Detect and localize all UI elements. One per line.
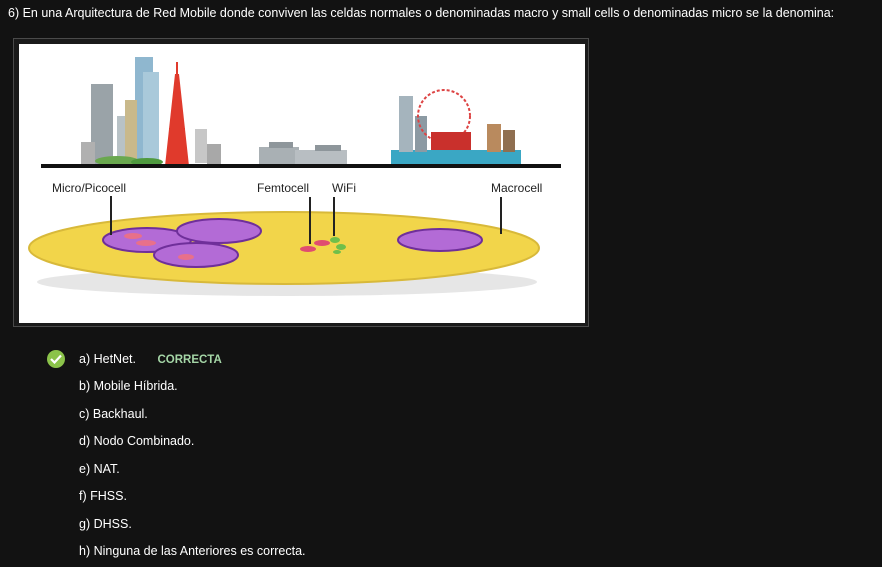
femto-cell-1 <box>300 246 316 252</box>
wifi-cell-3 <box>333 250 341 254</box>
option-c[interactable]: c) Backhaul. <box>79 407 148 421</box>
city-buildings-middle <box>259 142 347 165</box>
label-femto: Femtocell <box>257 181 309 195</box>
label-micro: Micro/Picocell <box>52 181 126 195</box>
option-f[interactable]: f) FHSS. <box>79 489 127 503</box>
macro-cell <box>397 228 483 252</box>
question-text: 6) En una Arquitectura de Red Mobile don… <box>8 6 835 20</box>
hetnet-diagram: Micro/Picocell Femtocell WiFi Macrocell <box>19 44 585 323</box>
option-d[interactable]: d) Nodo Combinado. <box>79 434 194 448</box>
option-h[interactable]: h) Ninguna de las Anteriores es correcta… <box>79 544 306 558</box>
femto-cell-2 <box>314 240 330 246</box>
option-b[interactable]: b) Mobile Híbrida. <box>79 379 178 393</box>
micro-cell-2 <box>176 218 262 244</box>
correct-status-label: CORRECTA <box>157 354 222 366</box>
label-macro: Macrocell <box>491 181 542 195</box>
city-skyline-left <box>81 57 221 166</box>
city-skyline-right <box>391 89 521 166</box>
figure-frame: Micro/Picocell Femtocell WiFi Macrocell <box>13 38 589 327</box>
wifi-cell-2 <box>336 244 346 250</box>
option-e[interactable]: e) NAT. <box>79 462 120 476</box>
label-wifi: WiFi <box>332 181 356 195</box>
option-a[interactable]: a) HetNet. CORRECTA <box>47 350 222 368</box>
option-a-text: a) HetNet. <box>79 352 136 366</box>
check-icon <box>47 350 65 368</box>
micro-cell-3 <box>153 242 239 268</box>
option-g[interactable]: g) DHSS. <box>79 517 132 531</box>
wifi-cell-1 <box>330 237 340 243</box>
